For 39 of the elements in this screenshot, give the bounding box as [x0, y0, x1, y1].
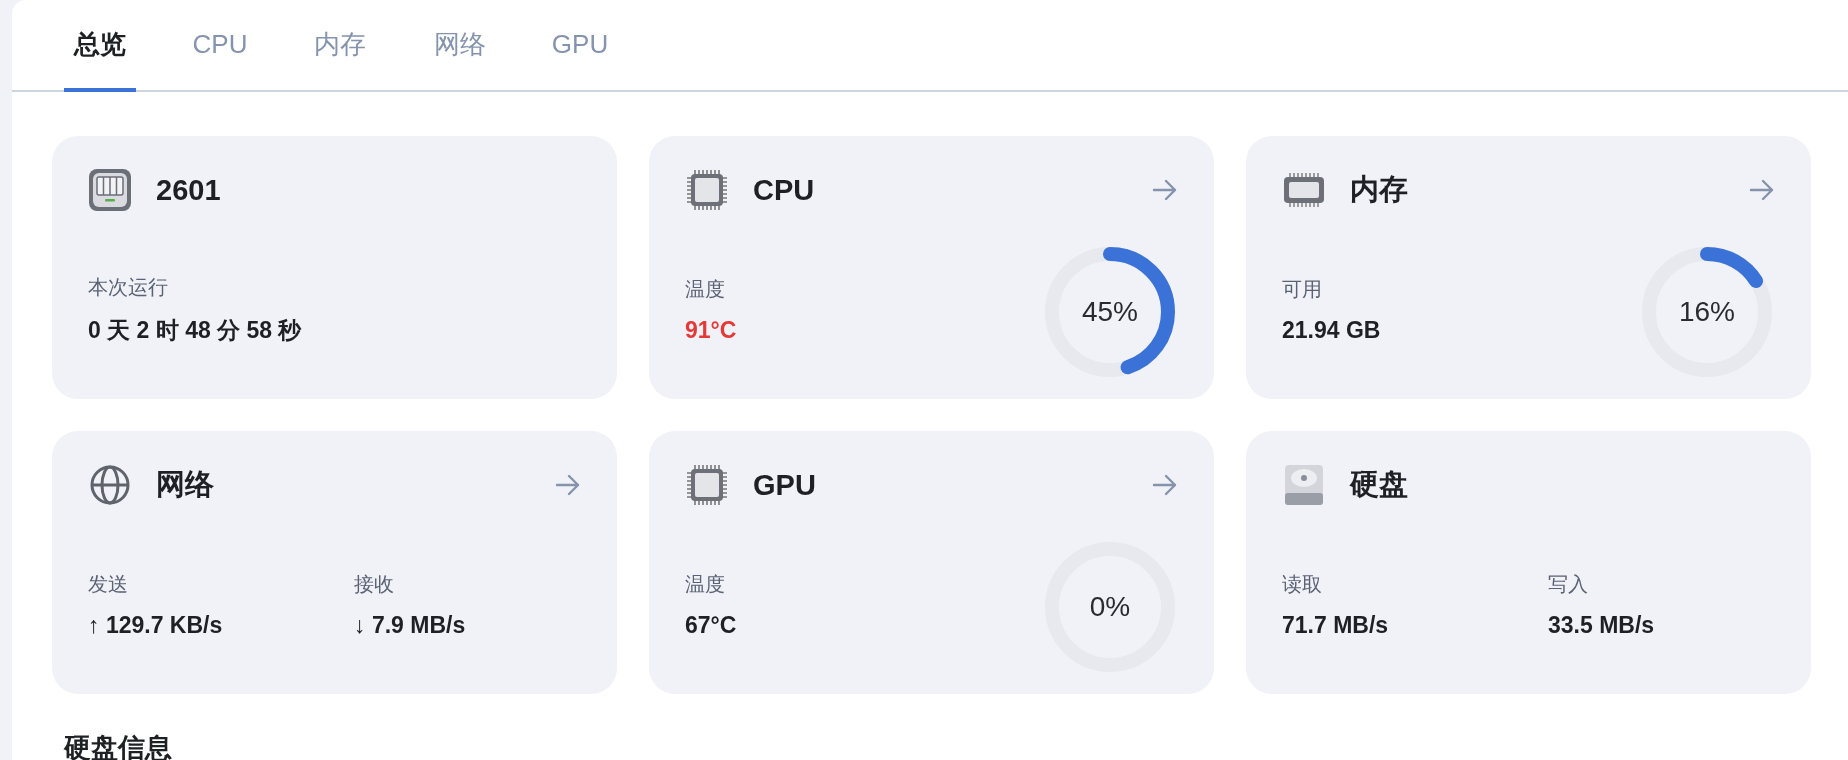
card-title: 内存: [1350, 172, 1409, 207]
stat-label: 读取: [1282, 571, 1323, 597]
chip-icon: [685, 168, 729, 212]
stat-value: 33.5 MB/s: [1548, 611, 1656, 639]
gauge-reading: 16%: [1679, 295, 1735, 328]
stat-value: ↑ 129.7 KB/s: [88, 611, 224, 639]
stat-label: 写入: [1548, 571, 1589, 597]
card-title: CPU: [753, 173, 816, 207]
stat-value: 91°C: [685, 316, 737, 344]
stat-label: 发送: [88, 571, 129, 597]
stat-label: 本次运行: [88, 274, 169, 300]
tab[interactable]: 内存: [304, 0, 376, 92]
arrow-right-icon[interactable]: [1749, 179, 1775, 201]
hard-drive-icon: [1282, 463, 1326, 507]
stat-value: 0 天 2 时 48 分 58 秒: [88, 315, 302, 345]
gauge-reading: 45%: [1082, 295, 1138, 328]
arrow-right-icon[interactable]: [1152, 179, 1178, 201]
tab[interactable]: CPU: [184, 0, 256, 92]
stat-value: 71.7 MB/s: [1282, 611, 1390, 639]
stat-value: 21.94 GB: [1282, 316, 1381, 344]
stat-label: 接收: [354, 571, 395, 597]
arrow-right-icon[interactable]: [555, 474, 581, 496]
tab[interactable]: GPU: [544, 0, 616, 92]
server-icon: [88, 168, 132, 212]
stat-value: ↓ 7.9 MB/s: [354, 611, 467, 639]
card-title: 网络: [156, 467, 215, 502]
stat-label: 温度: [685, 276, 726, 302]
tab[interactable]: 总览: [64, 0, 136, 92]
stat-value: 67°C: [685, 611, 737, 639]
card-title: GPU: [753, 468, 817, 502]
stat-label: 可用: [1282, 276, 1323, 302]
tab[interactable]: 网络: [424, 0, 496, 92]
card-title: 硬盘: [1350, 467, 1409, 502]
stat-label: 温度: [685, 571, 726, 597]
globe-icon: [88, 463, 132, 507]
card-title: 2601: [156, 173, 222, 207]
chip-icon: [685, 463, 729, 507]
gauge-reading: 0%: [1089, 590, 1131, 623]
arrow-right-icon[interactable]: [1152, 474, 1178, 496]
